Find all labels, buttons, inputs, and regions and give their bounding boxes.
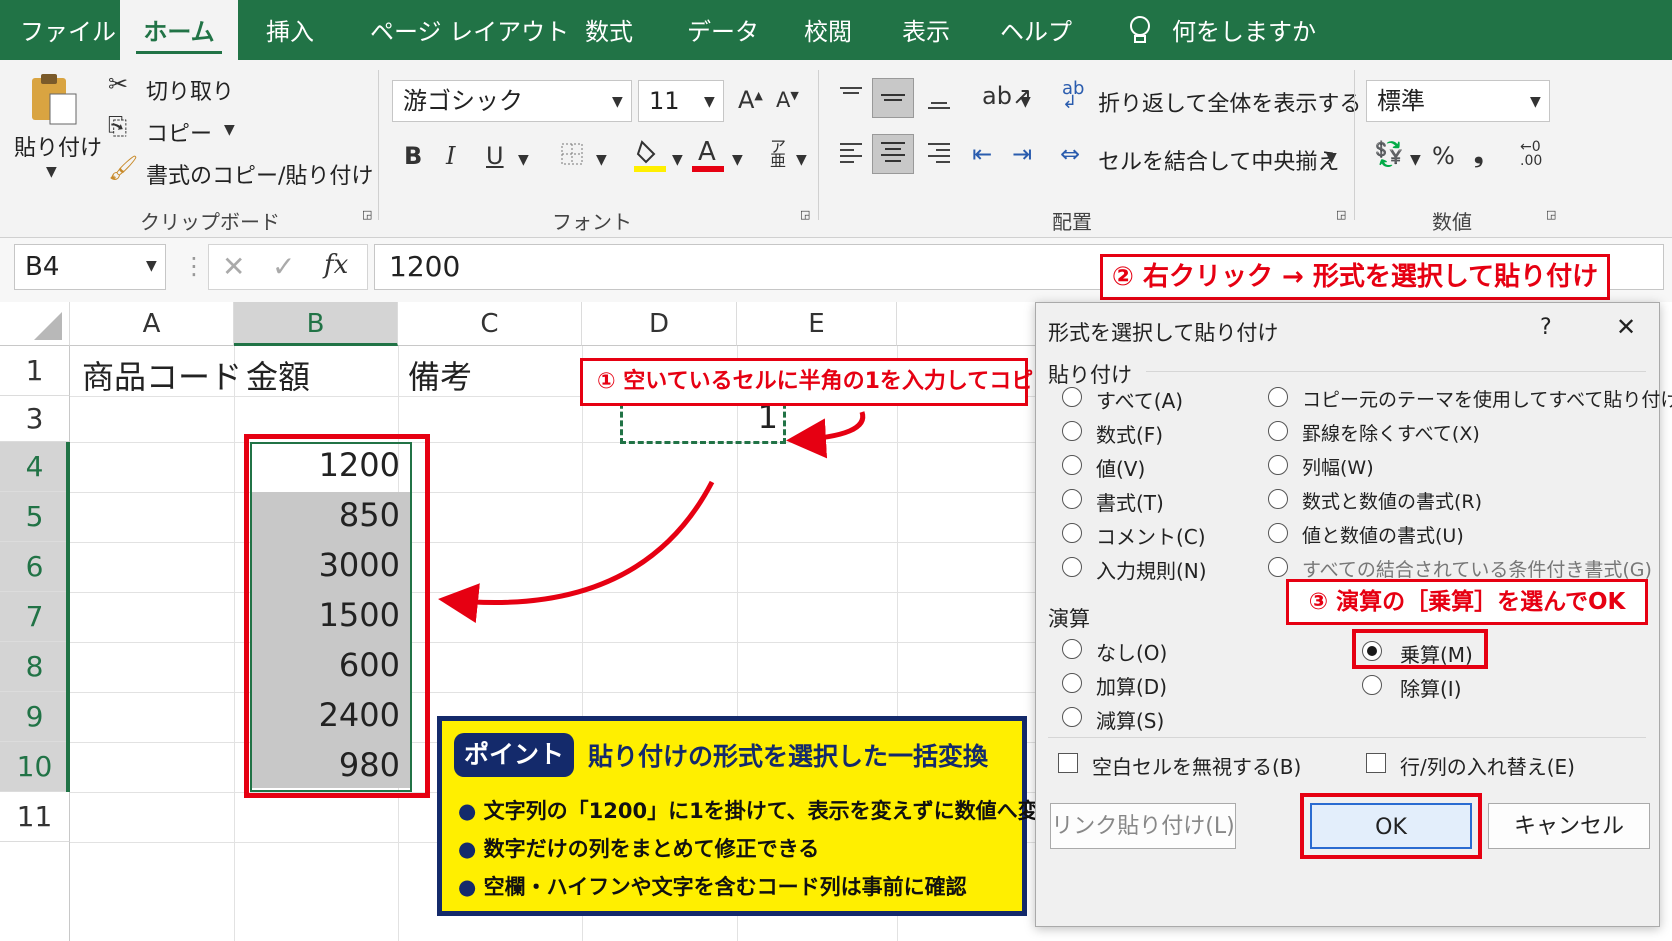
radio-paste-formats[interactable] xyxy=(1062,489,1082,509)
radio-op-subtract[interactable] xyxy=(1062,707,1082,727)
point-badge: ポイント xyxy=(454,733,574,777)
label-paste-formulas[interactable]: 数式(F) xyxy=(1096,419,1163,448)
dialog-title: 形式を選択して貼り付け xyxy=(1048,321,1279,345)
label-paste-comments[interactable]: コメント(C) xyxy=(1096,521,1206,550)
radio-paste-formulas[interactable] xyxy=(1062,421,1082,441)
label-paste-validation[interactable]: 入力規則(N) xyxy=(1096,555,1207,584)
point-box: ポイント 貼り付けの形式を選択した一括変換 ● 文字列の「1200」に1を掛けて… xyxy=(437,716,1060,916)
cancel-button[interactable]: キャンセル xyxy=(1488,803,1650,849)
point-bullet-3: ● 空欄・ハイフンや文字を含むコード列は事前に確認 xyxy=(458,875,967,899)
radio-paste-formulas-numbers[interactable] xyxy=(1268,489,1288,509)
point-bullet-2: ● 数字だけの列をまとめて修正できる xyxy=(458,837,820,861)
label-op-divide[interactable]: 除算(I) xyxy=(1400,673,1462,702)
radio-paste-all[interactable] xyxy=(1062,387,1082,407)
point-bullet-1: ● 文字列の「1200」に1を掛けて、表示を変えずに数値へ変換 xyxy=(458,799,1060,823)
help-icon[interactable]: ? xyxy=(1540,315,1552,340)
radio-paste-comments[interactable] xyxy=(1062,523,1082,543)
radio-op-divide[interactable] xyxy=(1362,675,1382,695)
paste-link-button[interactable]: リンク貼り付け(L) xyxy=(1050,803,1236,849)
label-paste-formulas-numbers[interactable]: 数式と数値の書式(R) xyxy=(1302,487,1482,514)
arrow-to-range xyxy=(438,480,715,623)
callout-step2: ② 右クリック → 形式を選択して貼り付け xyxy=(1100,254,1610,300)
radio-paste-column-widths[interactable] xyxy=(1268,455,1288,475)
radio-paste-merge-conditional[interactable] xyxy=(1268,557,1288,577)
label-paste-theme[interactable]: コピー元のテーマを使用してすべて貼り付け(H) xyxy=(1302,385,1672,412)
label-paste-formats[interactable]: 書式(T) xyxy=(1096,487,1164,516)
label-transpose[interactable]: 行/列の入れ替え(E) xyxy=(1400,751,1575,780)
label-op-none[interactable]: なし(O) xyxy=(1096,637,1167,666)
arrow-to-d3 xyxy=(786,411,866,459)
label-paste-column-widths[interactable]: 列幅(W) xyxy=(1302,453,1374,480)
label-skip-blanks[interactable]: 空白セルを無視する(B) xyxy=(1092,751,1301,780)
callout-step3: ③ 演算の［乗算］を選んでOK xyxy=(1286,579,1648,625)
operation-section-label: 演算 xyxy=(1048,607,1090,631)
checkbox-skip-blanks[interactable] xyxy=(1058,753,1078,773)
point-bullet-text: 文字列の「1200」に1を掛けて、表示を変えずに数値へ変換 xyxy=(483,799,1060,823)
radio-paste-values-numbers[interactable] xyxy=(1268,523,1288,543)
radio-op-add[interactable] xyxy=(1062,673,1082,693)
point-bullet-text: 空欄・ハイフンや文字を含むコード列は事前に確認 xyxy=(483,875,967,899)
ok-highlight xyxy=(1300,793,1482,859)
label-paste-merge-conditional[interactable]: すべての結合されている条件付き書式(G) xyxy=(1302,555,1652,582)
label-paste-no-borders[interactable]: 罫線を除くすべて(X) xyxy=(1302,419,1480,446)
radio-paste-values[interactable] xyxy=(1062,455,1082,475)
point-bullet-text: 数字だけの列をまとめて修正できる xyxy=(483,837,820,861)
label-paste-values[interactable]: 値(V) xyxy=(1096,453,1145,482)
label-op-subtract[interactable]: 減算(S) xyxy=(1096,705,1164,734)
section-rule xyxy=(1146,371,1646,372)
radio-op-none[interactable] xyxy=(1062,639,1082,659)
section-rule xyxy=(1048,737,1646,738)
radio-paste-no-borders[interactable] xyxy=(1268,421,1288,441)
label-paste-all[interactable]: すべて(A) xyxy=(1096,385,1183,414)
paste-special-dialog: 形式を選択して貼り付け ? ✕ 貼り付け すべて(A) 数式(F) 値(V) 書… xyxy=(1035,302,1672,927)
checkbox-transpose[interactable] xyxy=(1366,753,1386,773)
label-paste-values-numbers[interactable]: 値と数値の書式(U) xyxy=(1302,521,1464,548)
point-title: 貼り付けの形式を選択した一括変換 xyxy=(588,742,989,771)
close-icon[interactable]: ✕ xyxy=(1616,313,1636,341)
label-op-add[interactable]: 加算(D) xyxy=(1096,671,1167,700)
radio-paste-validation[interactable] xyxy=(1062,557,1082,577)
radio-paste-theme[interactable] xyxy=(1268,387,1288,407)
multiply-highlight xyxy=(1352,629,1488,669)
callout-step1: ① 空いているセルに半角の1を入力してコピー xyxy=(580,358,1055,406)
